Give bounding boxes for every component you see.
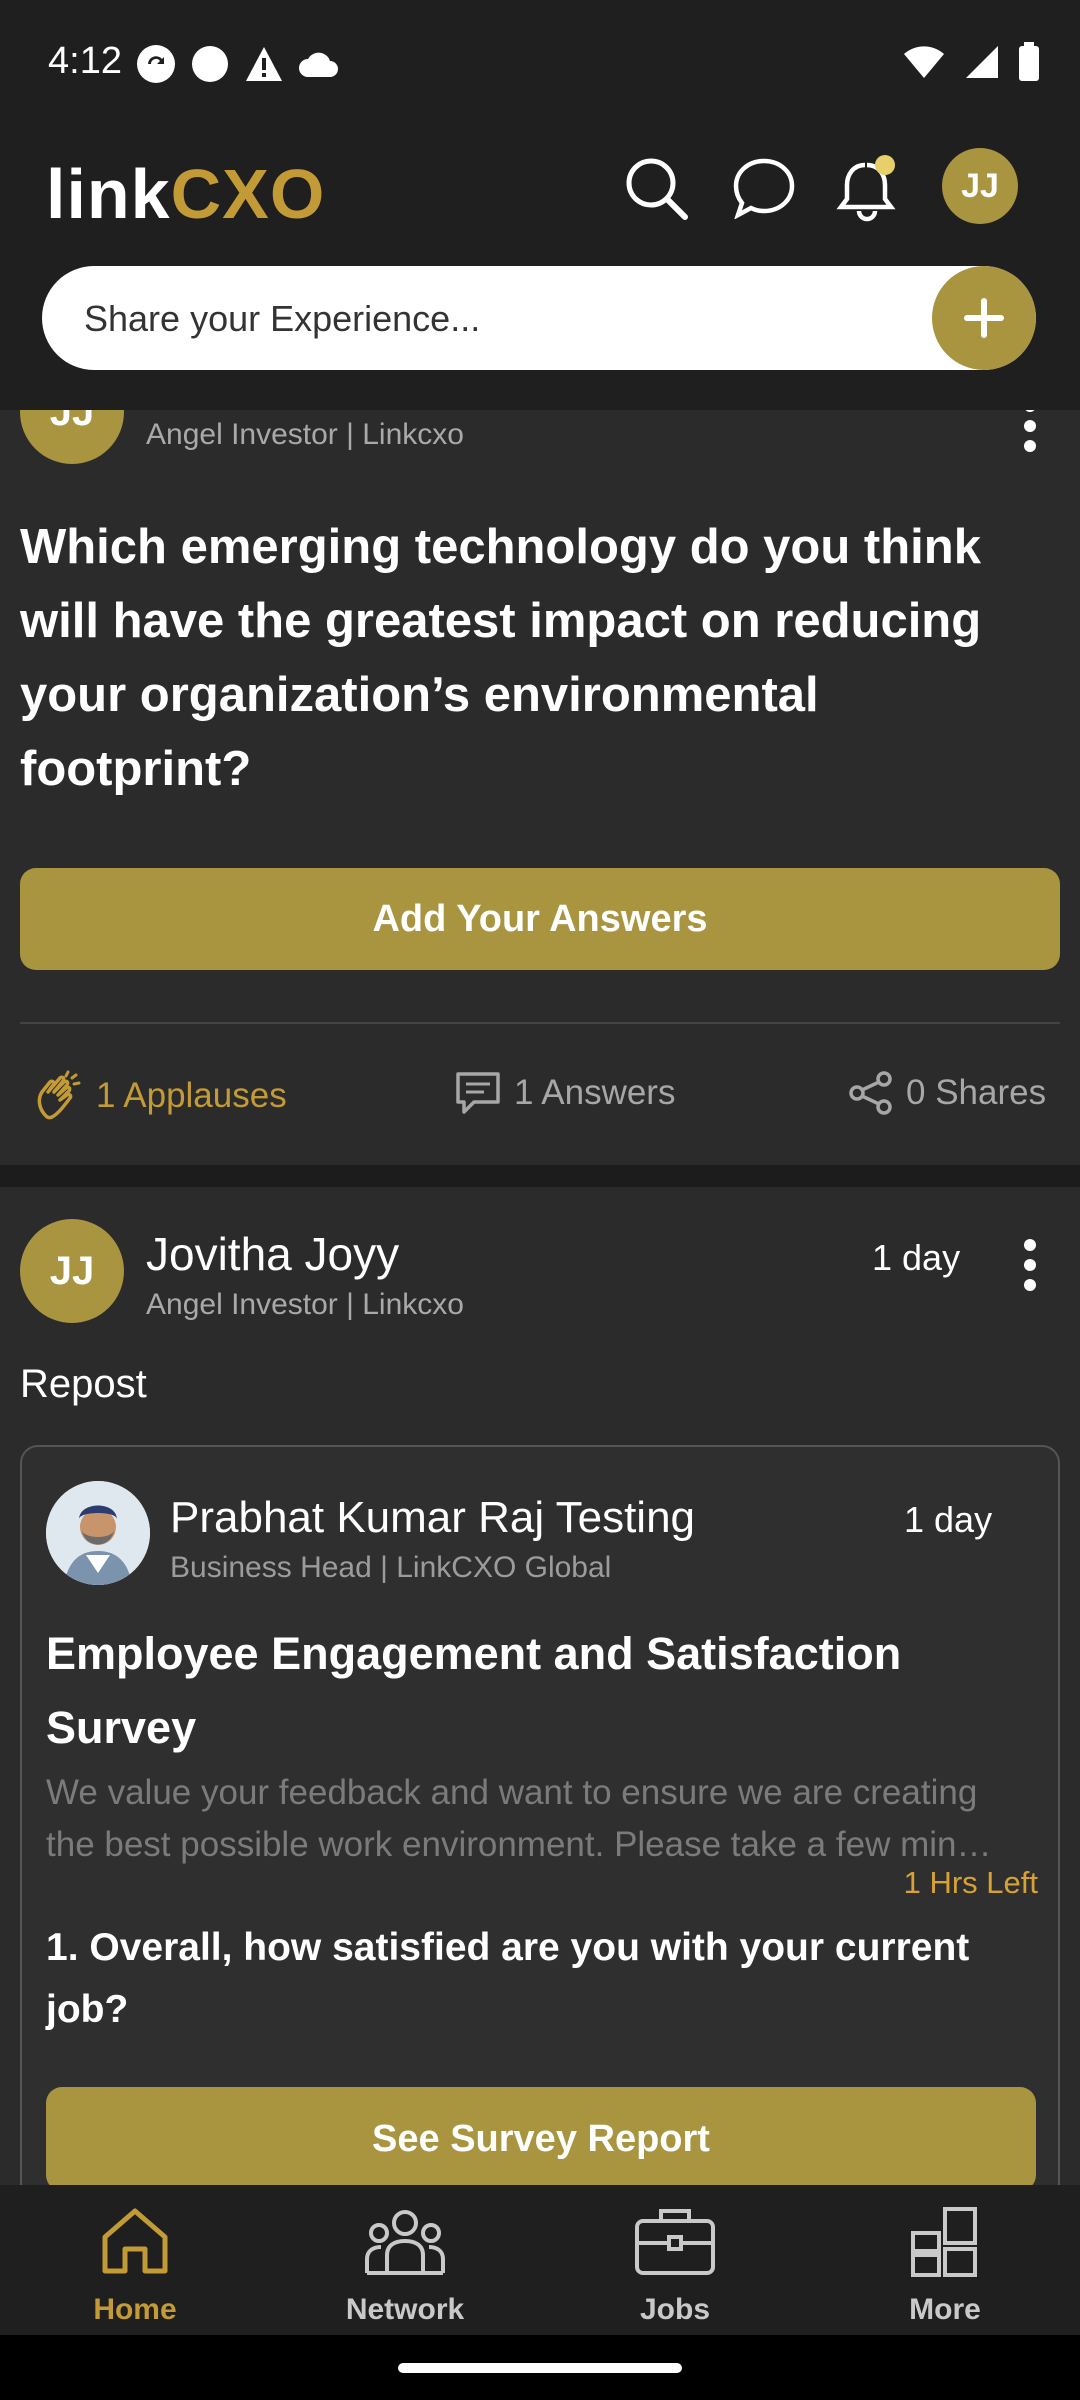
divider	[20, 1022, 1060, 1024]
signal-icon	[966, 46, 998, 78]
shares-count: 0 Shares	[906, 1073, 1047, 1112]
status-time: 4:12	[48, 40, 122, 82]
cloud-icon	[299, 52, 338, 77]
search-button[interactable]	[618, 150, 694, 226]
question-text: Which emerging technology do you think w…	[20, 520, 982, 796]
home-gesture-handle[interactable]	[398, 2363, 682, 2373]
shared-survey-card[interactable]: Prabhat Kumar Raj Testing Business Head …	[20, 1445, 1060, 2187]
author-subtitle: Angel Investor | Linkcxo	[146, 418, 464, 451]
shared-author-avatar[interactable]	[46, 1481, 150, 1585]
home-icon	[102, 2208, 168, 2274]
clap-icon	[37, 1070, 81, 1120]
briefcase-icon	[635, 2209, 715, 2275]
question-post-card: JJ Angel Investor | Linkcxo Which emergi…	[0, 410, 1080, 1165]
survey-description: We value your feedback and want to ensur…	[46, 1773, 992, 1864]
author-subtitle: Angel Investor | Linkcxo	[146, 1288, 464, 1321]
status-bar: 4:12	[0, 0, 1080, 120]
warning-icon	[246, 47, 282, 81]
messages-button[interactable]	[726, 150, 802, 226]
wifi-icon	[904, 46, 944, 78]
post-options-button[interactable]	[1020, 410, 1040, 452]
shared-post-time: 1 day	[904, 1499, 993, 1540]
share-experience-input[interactable]: Share your Experience...	[42, 266, 1036, 370]
search-icon	[626, 158, 688, 220]
notifications-button[interactable]	[830, 150, 906, 226]
applause-button[interactable]: 1 Applauses	[32, 1070, 287, 1122]
grid-icon	[911, 2207, 977, 2277]
nav-home[interactable]: Home	[0, 2185, 270, 2335]
nav-network[interactable]: Network	[270, 2185, 540, 2335]
circle-status-icon	[192, 46, 228, 82]
author-avatar[interactable]: JJ	[20, 1219, 124, 1323]
gesture-bar	[0, 2335, 1080, 2400]
battery-icon	[1019, 42, 1039, 81]
post-options-button[interactable]	[1020, 1239, 1040, 1291]
repost-card: JJ Jovitha Joyy Angel Investor | Linkcxo…	[0, 1187, 1080, 2187]
survey-question: 1. Overall, how satisfied are you with y…	[46, 1926, 970, 2031]
feed-separator	[0, 1165, 1080, 1187]
network-icon	[365, 2210, 445, 2275]
time-left-badge: 1 Hrs Left	[903, 1865, 1038, 1900]
add-answers-button[interactable]: Add Your Answers	[20, 868, 1060, 970]
repost-label: Repost	[20, 1362, 147, 1406]
bell-icon	[836, 155, 896, 222]
linkcxo-logo[interactable]: linkCXO	[46, 154, 325, 234]
nav-more[interactable]: More	[810, 2185, 1080, 2335]
answers-button[interactable]: 1 Answers	[454, 1070, 675, 1116]
shared-author-name[interactable]: Prabhat Kumar Raj Testing	[170, 1493, 695, 1543]
nav-jobs[interactable]: Jobs	[540, 2185, 810, 2335]
see-survey-report-button[interactable]: See Survey Report	[46, 2087, 1036, 2187]
create-post-button[interactable]	[932, 266, 1036, 370]
plus-icon	[964, 298, 1004, 338]
app-header: linkCXO JJ Share your Experience...	[0, 120, 1080, 410]
survey-title: Employee Engagement and Satisfaction Sur…	[46, 1628, 902, 1753]
author-name[interactable]: Jovitha Joyy	[146, 1227, 399, 1281]
comment-icon	[456, 1072, 500, 1114]
author-avatar[interactable]: JJ	[20, 410, 124, 464]
share-button[interactable]: 0 Shares	[848, 1070, 1046, 1116]
chat-bubble-icon	[733, 158, 795, 219]
share-icon	[849, 1071, 892, 1115]
applause-count: 1 Applauses	[96, 1076, 287, 1115]
share-placeholder: Share your Experience...	[84, 298, 481, 339]
profile-avatar[interactable]: JJ	[942, 148, 1018, 224]
post-time: 1 day	[872, 1237, 961, 1278]
shared-author-subtitle: Business Head | LinkCXO Global	[170, 1551, 612, 1584]
answers-count: 1 Answers	[514, 1073, 676, 1112]
sync-icon	[137, 45, 175, 83]
person-photo-icon	[46, 1481, 150, 1585]
bottom-navigation: Home Network Jobs More	[0, 2185, 1080, 2335]
